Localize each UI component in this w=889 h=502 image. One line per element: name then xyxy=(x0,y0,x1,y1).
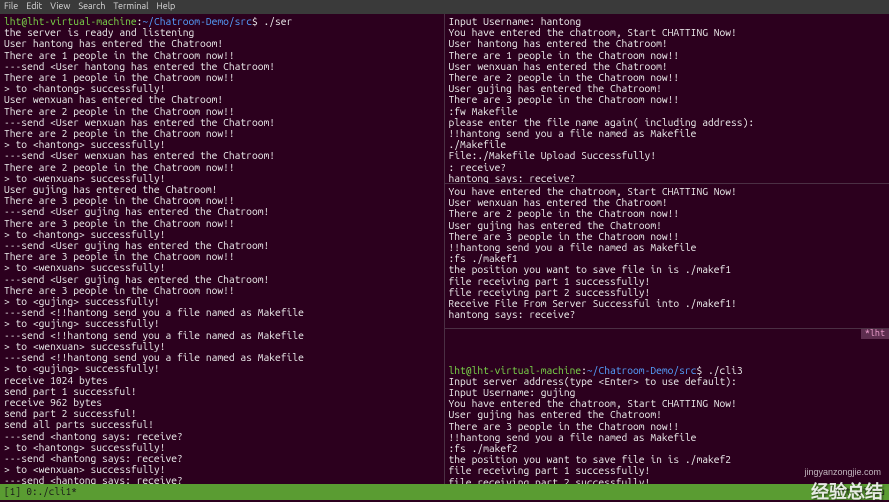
terminal-line: ---send <hantong says: receive? xyxy=(4,475,440,484)
statusbar-host: "lht-virtu xyxy=(829,484,885,500)
tmux-panes: lht@lht-virtual-machine:~/Chatroom-Demo/… xyxy=(0,14,889,484)
terminal-line: > to <gujing> successfully! xyxy=(4,363,440,374)
terminal-line: User hantong has entered the Chatroom! xyxy=(4,38,440,49)
terminal-line: ---send <User gujing has entered the Cha… xyxy=(4,206,440,217)
terminal-line: File:./Makefile Upload Successfully! xyxy=(449,150,886,161)
terminal-line: the position you want to save file in is… xyxy=(449,264,886,275)
terminal-line: User wenxuan has entered the Chatroom! xyxy=(4,94,440,105)
terminal-line: hantong says: receive? xyxy=(449,309,886,320)
pane-client2[interactable]: You have entered the chatroom, Start CHA… xyxy=(445,184,889,329)
terminal-line: > to <gujing> successfully! xyxy=(4,318,440,329)
pane-client3[interactable]: *lht lht@lht-virtual-machine:~/Chatroom-… xyxy=(445,329,889,484)
terminal-line: User hantong has entered the Chatroom! xyxy=(449,38,886,49)
menu-edit[interactable]: Edit xyxy=(26,1,42,12)
terminal-line: ---send <User wenxuan has entered the Ch… xyxy=(4,150,440,161)
menu-help[interactable]: Help xyxy=(156,1,175,12)
tmux-statusbar: [1] 0:./cli1* "lht-virtu xyxy=(0,484,889,500)
menubar: File Edit View Search Terminal Help xyxy=(0,0,889,14)
terminal-line: > to <wenxuan> successfully! xyxy=(4,262,440,273)
menu-terminal[interactable]: Terminal xyxy=(113,1,148,12)
statusbar-session: [1] 0:./cli1* xyxy=(4,484,77,500)
terminal-line: file receiving part 1 successfully! xyxy=(449,465,886,476)
terminal-line: send all parts successful! xyxy=(4,419,440,430)
terminal-line: There are 3 people in the Chatroom now!! xyxy=(449,94,886,105)
menu-view[interactable]: View xyxy=(50,1,70,12)
terminal-line: There are 2 people in the Chatroom now!! xyxy=(449,208,886,219)
pane-client1[interactable]: Input Username: hantongYou have entered … xyxy=(445,14,889,184)
active-pane-label: *lht xyxy=(861,329,889,339)
terminal-line: hantong says: receive? xyxy=(449,173,886,184)
terminal-line: file receiving part 2 successfully! xyxy=(449,477,886,484)
terminal-line: User gujing has entered the Chatroom! xyxy=(449,409,886,420)
terminal-line: !!hantong send you a file named as Makef… xyxy=(449,128,886,139)
menu-file[interactable]: File xyxy=(4,1,18,12)
menu-search[interactable]: Search xyxy=(78,1,105,12)
pane-server[interactable]: lht@lht-virtual-machine:~/Chatroom-Demo/… xyxy=(0,14,445,484)
